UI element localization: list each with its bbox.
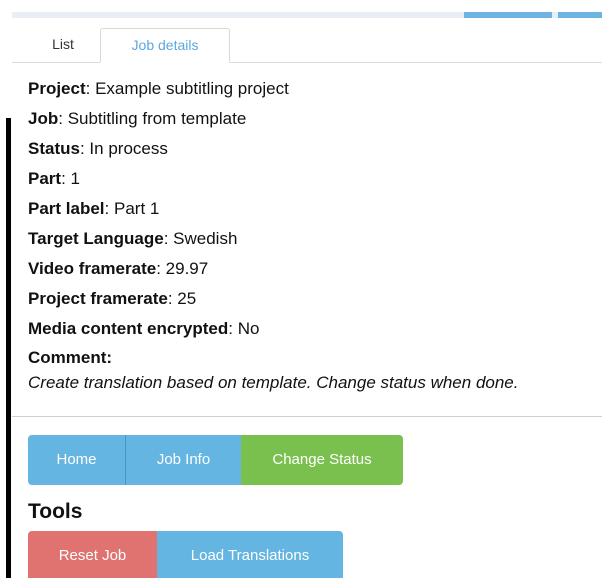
section-divider (12, 416, 602, 417)
comment-label: Comment (28, 348, 107, 367)
tab-list[interactable]: List (26, 28, 100, 61)
job-info-button[interactable]: Job Info (125, 435, 241, 485)
video-framerate-row: Video framerate: 29.97 (28, 259, 209, 278)
part-row: Part: 1 (28, 169, 80, 188)
top-nav-button-a[interactable] (464, 12, 552, 18)
video-framerate-value: 29.97 (165, 259, 209, 278)
job-details-page: List Job details Project: Example subtit… (0, 0, 602, 578)
status-label: Status (28, 139, 80, 158)
job-value: Subtitling from template (67, 109, 247, 128)
media-encrypted-row: Media content encrypted: No (28, 319, 260, 338)
tab-job-details[interactable]: Job details (100, 28, 230, 63)
part-label-label: Part label (28, 199, 105, 218)
part-label: Part (28, 169, 62, 188)
top-nav-button-b[interactable] (558, 12, 602, 18)
job-row: Job: Subtitling from template (28, 109, 247, 128)
part-value: 1 (70, 169, 80, 188)
home-button[interactable]: Home (28, 435, 125, 485)
job-action-buttons: Home Job Info Change Status (28, 435, 403, 485)
job-label: Job (28, 109, 59, 128)
part-label-row: Part label: Part 1 (28, 199, 160, 218)
part-label-value: Part 1 (114, 199, 160, 218)
left-divider-bar (6, 118, 11, 578)
project-framerate-value: 25 (177, 289, 197, 308)
tools-buttons: Reset Job Load Translations (28, 531, 343, 578)
project-framerate-label: Project framerate (28, 289, 168, 308)
status-value: In process (89, 139, 168, 158)
load-translations-button[interactable]: Load Translations (157, 531, 343, 578)
project-value: Example subtitling project (95, 79, 289, 98)
target-language-value: Swedish (173, 229, 238, 248)
status-row: Status: In process (28, 139, 168, 158)
video-framerate-label: Video framerate (28, 259, 157, 278)
change-status-button[interactable]: Change Status (241, 435, 403, 485)
reset-job-button[interactable]: Reset Job (28, 531, 157, 578)
tools-heading: Tools (28, 500, 83, 523)
project-framerate-row: Project framerate: 25 (28, 289, 197, 308)
job-details-panel: Project: Example subtitling project Job:… (28, 78, 602, 394)
comment-text: Create translation based on template. Ch… (28, 373, 519, 392)
project-row: Project: Example subtitling project (28, 79, 289, 98)
target-language-row: Target Language: Swedish (28, 229, 238, 248)
media-encrypted-value: No (237, 319, 260, 338)
comment-heading: Comment: (28, 348, 113, 367)
media-encrypted-label: Media content encrypted (28, 319, 229, 338)
target-language-label: Target Language (28, 229, 164, 248)
tab-bar: List Job details (12, 28, 602, 63)
project-label: Project (28, 79, 86, 98)
